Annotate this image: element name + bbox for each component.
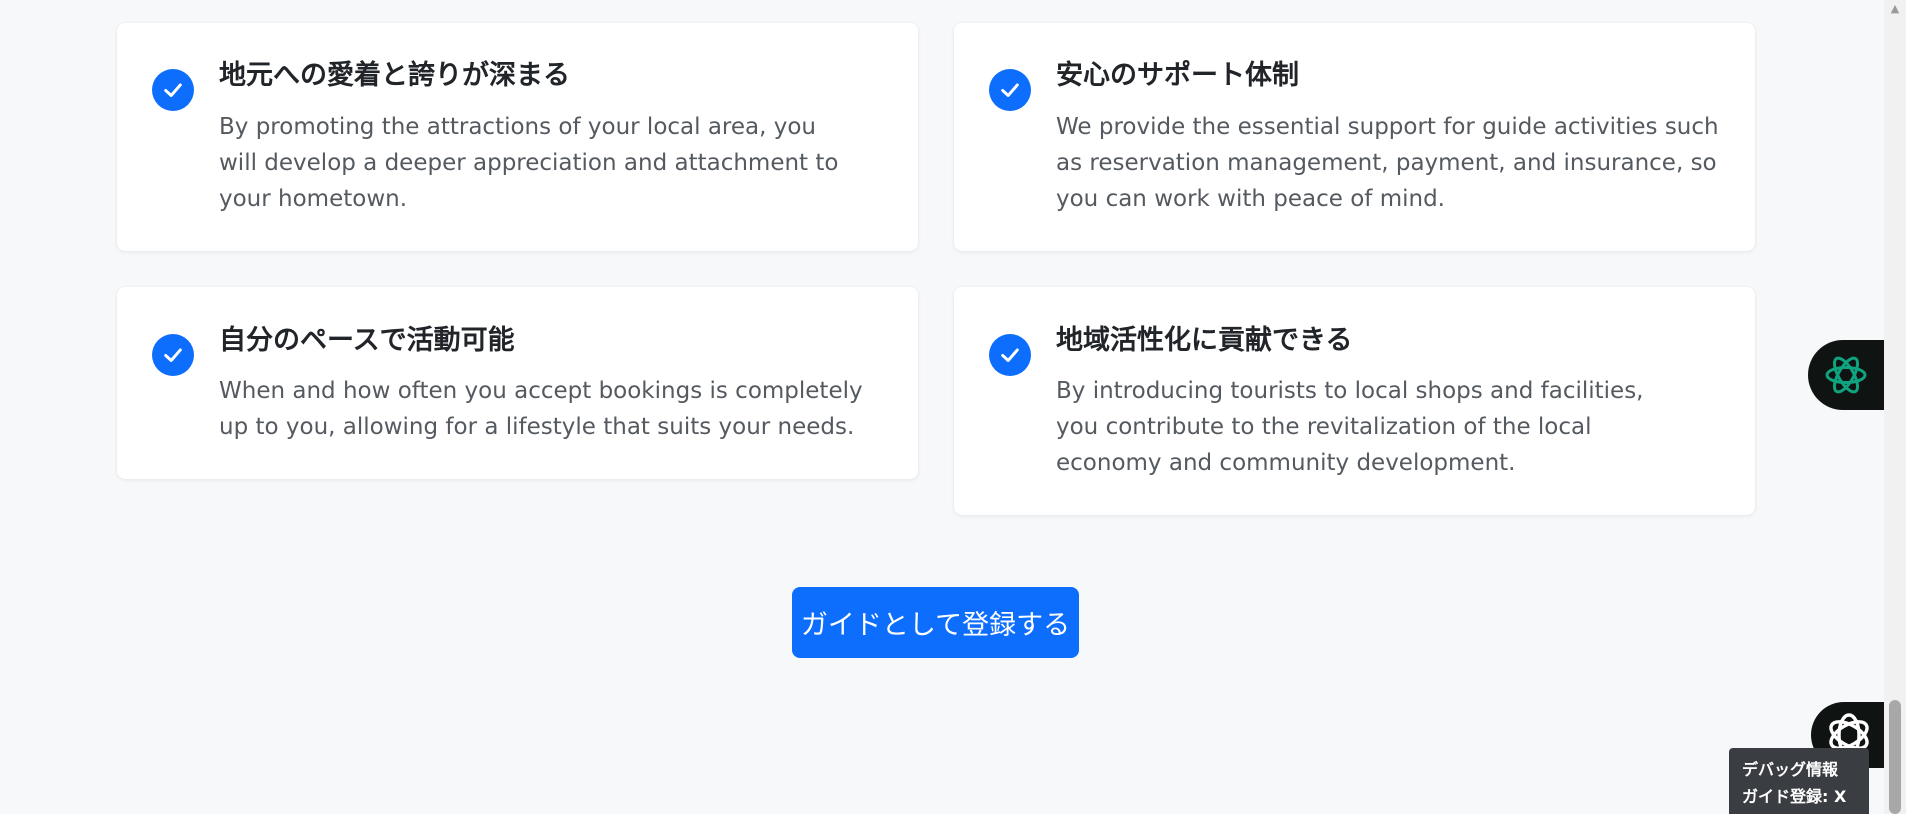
benefit-description: We provide the essential support for gui… bbox=[1056, 114, 1719, 212]
benefit-card: 安心のサポート体制 We provide the essential suppo… bbox=[954, 23, 1755, 251]
scrollbar-thumb[interactable] bbox=[1889, 700, 1901, 814]
debug-panel: デバッグ情報 ガイド登録: X bbox=[1729, 748, 1869, 814]
ai-assistant-button[interactable] bbox=[1808, 340, 1884, 410]
check-circle-icon bbox=[152, 334, 194, 376]
register-as-guide-button[interactable]: ガイドとして登録する bbox=[792, 587, 1079, 658]
benefit-card: 地元への愛着と誇りが深まる By promoting the attractio… bbox=[117, 23, 918, 251]
debug-line: ガイド登録: X bbox=[1742, 787, 1847, 806]
scrollbar[interactable] bbox=[1884, 0, 1906, 814]
debug-title: デバッグ情報 bbox=[1742, 760, 1839, 779]
benefit-title: 安心のサポート体制 bbox=[1056, 60, 1299, 91]
benefit-title: 地元への愛着と誇りが深まる bbox=[219, 60, 570, 91]
benefit-description: When and how often you accept bookings i… bbox=[219, 378, 863, 440]
ai-assistant-icon bbox=[1822, 351, 1870, 399]
scroll-up-arrow-icon[interactable]: ▲ bbox=[1888, 2, 1902, 16]
benefit-description: By introducing tourists to local shops a… bbox=[1056, 378, 1644, 476]
check-circle-icon bbox=[989, 69, 1031, 111]
benefit-title: 自分のペースで活動可能 bbox=[219, 325, 515, 356]
check-circle-icon bbox=[152, 69, 194, 111]
benefit-card: 自分のペースで活動可能 When and how often you accep… bbox=[117, 287, 918, 479]
benefit-title: 地域活性化に貢献できる bbox=[1056, 325, 1353, 356]
benefit-description: By promoting the attractions of your loc… bbox=[219, 114, 839, 212]
check-circle-icon bbox=[989, 334, 1031, 376]
benefit-card: 地域活性化に貢献できる By introducing tourists to l… bbox=[954, 287, 1755, 515]
